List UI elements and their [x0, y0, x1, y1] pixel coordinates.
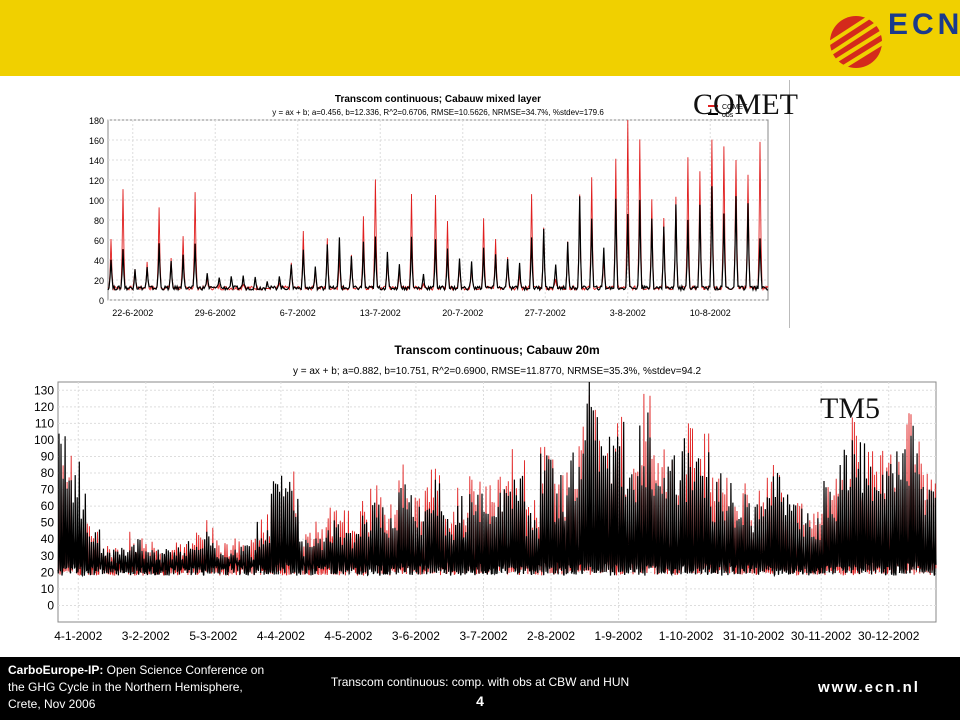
footer-conference-bold: CarboEurope-IP:	[8, 663, 104, 677]
x-tick-label: 3-7-2002	[459, 629, 507, 643]
y-tick-label: 0	[47, 598, 54, 612]
x-tick-label: 10-8-2002	[690, 308, 731, 318]
x-tick-label: 3-6-2002	[392, 629, 440, 643]
tm5-label: TM5	[820, 392, 880, 425]
footer-url: www.ecn.nl	[818, 679, 920, 696]
x-tick-label: 3-2-2002	[122, 629, 170, 643]
header-bar	[0, 0, 960, 76]
x-tick-label: 4-1-2002	[54, 629, 102, 643]
chart-tm5-panel: Transcom continuous; Cabauw 20m y = ax + …	[0, 330, 960, 657]
chart-comet-panel: Transcom continuous; Cabauw mixed layer y…	[78, 80, 790, 328]
y-tick-label: 100	[34, 433, 54, 447]
x-tick-label: 5-3-2002	[189, 629, 237, 643]
plot-area	[57, 381, 937, 623]
x-tick-label: 6-7-2002	[280, 308, 316, 318]
x-tick-label: 31-10-2002	[723, 629, 785, 643]
x-tick-label: 4-4-2002	[257, 629, 305, 643]
chart-title: Transcom continuous; Cabauw mixed layer	[335, 94, 541, 105]
footer-page-number: 4	[476, 693, 484, 709]
y-tick-label: 70	[41, 483, 55, 497]
y-tick-label: 160	[89, 136, 104, 146]
x-tick-label: 2-8-2002	[527, 629, 575, 643]
y-tick-label: 60	[94, 236, 104, 246]
x-tick-label: 30-12-2002	[858, 629, 920, 643]
x-tick-label: 1-10-2002	[659, 629, 714, 643]
y-tick-label: 180	[89, 116, 104, 126]
footer-slide-title: Transcom continuous: comp. with obs at C…	[330, 675, 630, 689]
y-tick-label: 130	[34, 383, 54, 397]
x-tick-label: 13-7-2002	[360, 308, 401, 318]
y-tick-label: 30	[41, 549, 55, 563]
logo-text: ECN	[888, 8, 960, 41]
x-tick-label: 3-8-2002	[610, 308, 646, 318]
y-tick-label: 80	[94, 216, 104, 226]
y-tick-label: 20	[94, 276, 104, 286]
plot-area	[107, 119, 769, 301]
footer-conference: CarboEurope-IP: Open Science Conference …	[8, 662, 268, 713]
y-tick-label: 100	[89, 196, 104, 206]
y-tick-label: 120	[89, 176, 104, 186]
y-tick-label: 80	[41, 466, 55, 480]
footer: CarboEurope-IP: Open Science Conference …	[0, 657, 960, 720]
comet-label: COMET	[693, 88, 798, 121]
y-tick-label: 20	[41, 565, 55, 579]
y-tick-label: 140	[89, 156, 104, 166]
chart-subtitle: y = ax + b; a=0.456, b=12.336, R^2=0.670…	[272, 108, 604, 117]
x-tick-label: 1-9-2002	[595, 629, 643, 643]
x-tick-label: 20-7-2002	[442, 308, 483, 318]
chart-title: Transcom continuous; Cabauw 20m	[394, 343, 599, 357]
chart-subtitle: y = ax + b; a=0.882, b=10.751, R^2=0.690…	[293, 366, 702, 377]
chart-comet: Transcom continuous; Cabauw mixed layer y…	[89, 94, 769, 318]
y-tick-label: 110	[35, 416, 54, 430]
x-tick-label: 29-6-2002	[195, 308, 236, 318]
x-tick-label: 30-11-2002	[791, 629, 852, 643]
y-tick-label: 50	[41, 516, 55, 530]
x-tick-label: 4-5-2002	[324, 629, 372, 643]
y-tick-label: 120	[34, 400, 54, 414]
chart-tm5: Transcom continuous; Cabauw 20m y = ax + …	[34, 343, 937, 643]
y-tick-label: 60	[41, 499, 55, 513]
y-tick-label: 40	[94, 256, 104, 266]
y-tick-label: 90	[41, 449, 55, 463]
x-tick-label: 22-6-2002	[112, 308, 153, 318]
y-tick-label: 40	[41, 532, 55, 546]
y-tick-label: 0	[99, 296, 104, 306]
x-tick-label: 27-7-2002	[525, 308, 566, 318]
y-tick-label: 10	[41, 582, 55, 596]
